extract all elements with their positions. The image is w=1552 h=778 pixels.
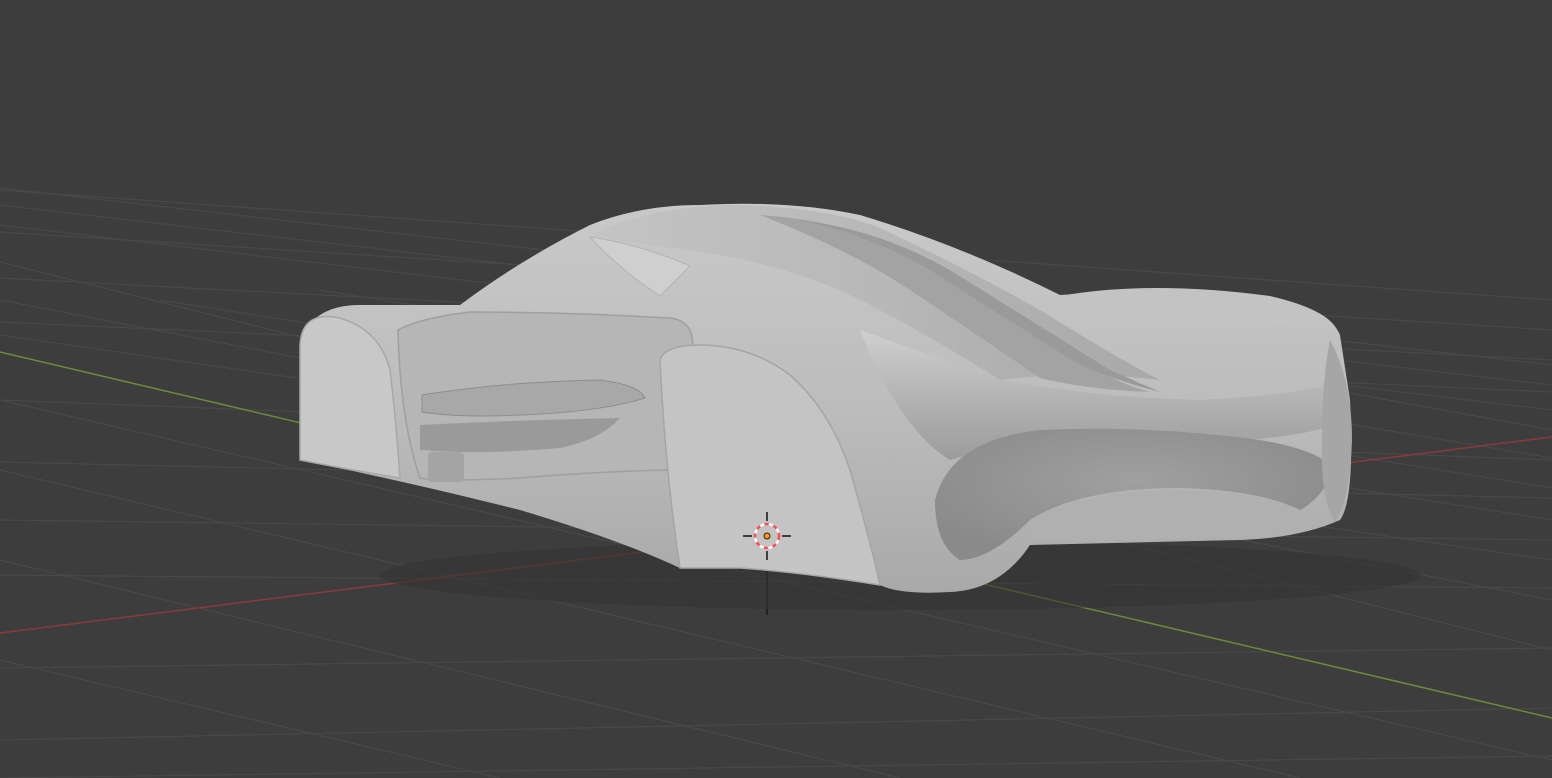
viewport-canvas[interactable]: [0, 0, 1552, 778]
object-origin-dot: [763, 532, 771, 540]
side-lower-vent: [428, 452, 464, 482]
3d-viewport[interactable]: [0, 0, 1552, 778]
